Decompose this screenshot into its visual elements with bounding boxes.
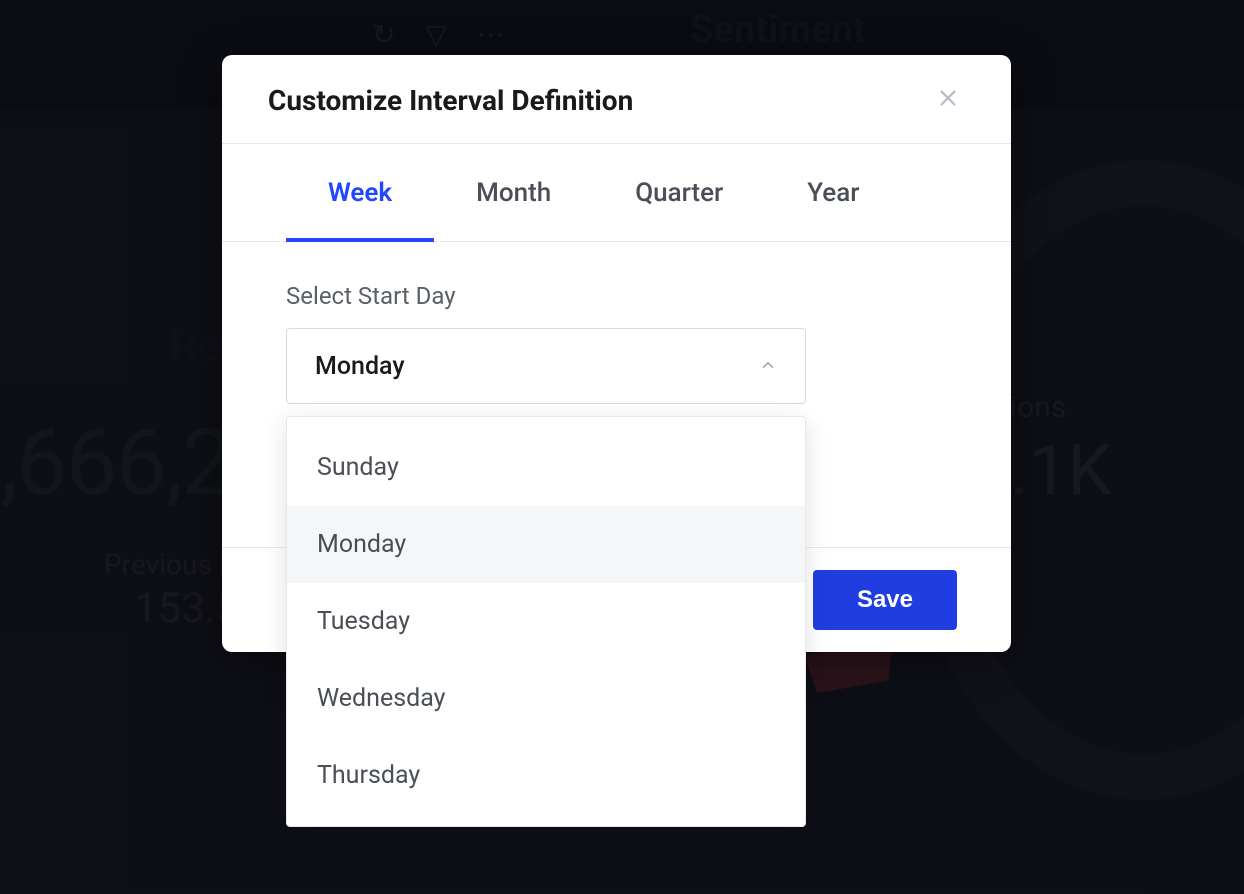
- tab-month[interactable]: Month: [434, 144, 593, 242]
- modal-title: Customize Interval Definition: [268, 84, 633, 117]
- save-button[interactable]: Save: [813, 570, 957, 630]
- interval-tabs: Week Month Quarter Year: [222, 144, 1011, 242]
- interval-definition-modal: Customize Interval Definition Week Month…: [222, 55, 1011, 652]
- tab-year[interactable]: Year: [765, 144, 901, 242]
- start-day-select-wrap: Monday Sunday Monday Tuesday Wednesday T…: [286, 328, 806, 404]
- option-tuesday[interactable]: Tuesday: [287, 583, 805, 660]
- start-day-selected-value: Monday: [315, 352, 405, 381]
- close-icon: [937, 87, 959, 113]
- start-day-select[interactable]: Monday: [286, 328, 806, 404]
- option-wednesday[interactable]: Wednesday: [287, 660, 805, 737]
- chevron-up-icon: [759, 352, 777, 381]
- option-thursday[interactable]: Thursday: [287, 737, 805, 814]
- modal-header: Customize Interval Definition: [222, 55, 1011, 144]
- tab-week[interactable]: Week: [286, 144, 434, 242]
- tab-quarter[interactable]: Quarter: [593, 144, 765, 242]
- start-day-dropdown: Sunday Monday Tuesday Wednesday Thursday: [286, 416, 806, 827]
- option-sunday[interactable]: Sunday: [287, 429, 805, 506]
- modal-body: Select Start Day Monday Sunday Monday Tu…: [222, 242, 1011, 547]
- option-monday[interactable]: Monday: [287, 506, 805, 583]
- close-button[interactable]: [931, 83, 965, 117]
- start-day-label: Select Start Day: [286, 282, 947, 310]
